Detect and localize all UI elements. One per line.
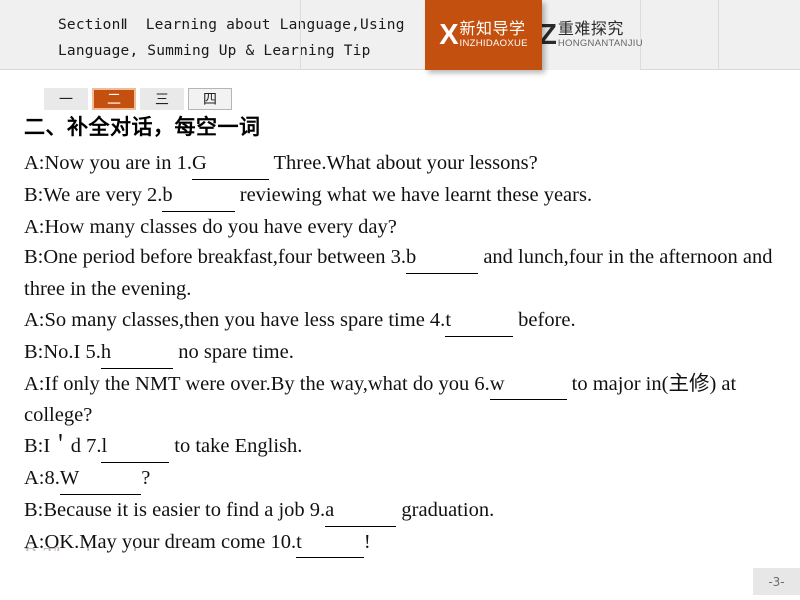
section-heading: 二、补全对话，每空一词	[24, 115, 261, 139]
dialogue-text: before.	[513, 308, 576, 331]
dialogue-line: B:We are very 2.b reviewing what we have…	[24, 180, 776, 212]
dialogue-line: B:Because it is easier to find a job 9.a…	[24, 495, 776, 527]
dialogue-text: B:Because it is easier to find a job 9.	[24, 498, 326, 521]
answer-blank[interactable]: h	[100, 337, 174, 369]
dialogue-line: A:OK.May your dream come 10.t!	[24, 527, 776, 559]
clipped-text-line: B:Thank you!	[24, 544, 138, 551]
main-content: 二、补全对话，每空一词 A:Now you are in 1.G Three.W…	[0, 112, 800, 560]
dialogue-text: to take English.	[169, 435, 303, 458]
header-divider	[718, 0, 719, 70]
dialogue-block: A:Now you are in 1.G Three.What about yo…	[24, 148, 776, 560]
subtab-1-label: 一	[59, 92, 73, 108]
subtab-2[interactable]: 二	[92, 88, 136, 110]
answer-blank[interactable]: w	[489, 369, 567, 401]
answer-blank[interactable]: W	[59, 463, 142, 495]
answer-blank[interactable]: t	[296, 527, 364, 559]
dialogue-text: A:If only the NMT were over.By the way,w…	[24, 372, 490, 395]
dialogue-line: B:I＇d 7.l to take English.	[24, 431, 776, 463]
dialogue-text: A:So many classes,then you have less spa…	[24, 308, 446, 331]
tab-xinzhidaoxue-label: 新知导学	[459, 19, 526, 38]
footer-bar: -3-	[0, 560, 800, 600]
dialogue-text: graduation.	[396, 498, 495, 521]
answer-blank[interactable]: a	[325, 495, 397, 527]
header-bar: SectionⅡ Learning about Language,Using L…	[0, 0, 800, 70]
tab-xinzhidaoxue-pinyin: INZHIDAOXUE	[459, 38, 528, 49]
dialogue-line: B:No.I 5.h no spare time.	[24, 337, 776, 369]
answer-blank[interactable]: b	[162, 180, 235, 212]
dialogue-text: A:How many classes do you have every day…	[24, 215, 397, 238]
dialogue-text: B:We are very 2.	[24, 183, 163, 206]
subtab-3[interactable]: 三	[140, 88, 184, 110]
tab-hongnantanjiu-inner: Z 重难探究 HONGNANTANJIU	[539, 19, 643, 51]
header-divider	[300, 0, 301, 70]
subtab-2-label: 二	[107, 92, 121, 108]
tab-hongnantanjiu-label: 重难探究	[557, 19, 624, 38]
page-title: SectionⅡ Learning about Language,Using L…	[58, 17, 414, 59]
dialogue-line: A:How many classes do you have every day…	[24, 212, 776, 243]
dialogue-text: Three.What about your lessons?	[268, 152, 538, 174]
tab-xinzhidaoxue-words: 新知导学 INZHIDAOXUE	[459, 19, 528, 50]
tab-hongnantanjiu[interactable]: Z 重难探究 HONGNANTANJIU	[539, 0, 643, 70]
subtab-1[interactable]: 一	[44, 88, 88, 110]
subtab-3-label: 三	[155, 92, 169, 108]
dialogue-text: !	[363, 530, 371, 553]
dialogue-text: A:8.	[24, 466, 60, 489]
dialogue-line: A:8.W?	[24, 463, 776, 495]
dialogue-line: A:If only the NMT were over.By the way,w…	[24, 369, 776, 432]
tab-xinzhidaoxue-letter-icon: X	[439, 19, 459, 51]
dialogue-text: ?	[141, 466, 151, 489]
tab-xinzhidaoxue-inner: X 新知导学 INZHIDAOXUE	[439, 19, 528, 51]
dialogue-text: reviewing what we have learnt these year…	[234, 183, 593, 206]
answer-blank[interactable]: b	[405, 242, 479, 275]
page-number: -3-	[753, 568, 800, 595]
subtab-bar: 一二三四	[44, 88, 232, 110]
dialogue-text: A:Now you are in 1.	[24, 152, 192, 174]
tab-xinzhidaoxue[interactable]: X 新知导学 INZHIDAOXUE	[425, 0, 542, 70]
answer-blank[interactable]: t	[445, 305, 514, 337]
dialogue-text: B:I＇d 7.	[24, 435, 102, 458]
answer-blank[interactable]: G	[191, 148, 269, 180]
dialogue-line: A:So many classes,then you have less spa…	[24, 305, 776, 337]
dialogue-line: A:Now you are in 1.G Three.What about yo…	[24, 148, 776, 180]
dialogue-text: no spare time.	[173, 340, 294, 363]
dialogue-line: B:One period before breakfast,four betwe…	[24, 242, 776, 305]
tab-hongnantanjiu-words: 重难探究 HONGNANTANJIU	[557, 19, 643, 50]
tab-hongnantanjiu-pinyin: HONGNANTANJIU	[557, 38, 643, 49]
subtab-4-label: 四	[203, 92, 217, 108]
dialogue-text: B:No.I 5.	[24, 340, 101, 363]
subtab-4[interactable]: 四	[188, 88, 232, 110]
answer-blank[interactable]: l	[101, 431, 170, 463]
dialogue-text: B:One period before breakfast,four betwe…	[24, 246, 406, 269]
